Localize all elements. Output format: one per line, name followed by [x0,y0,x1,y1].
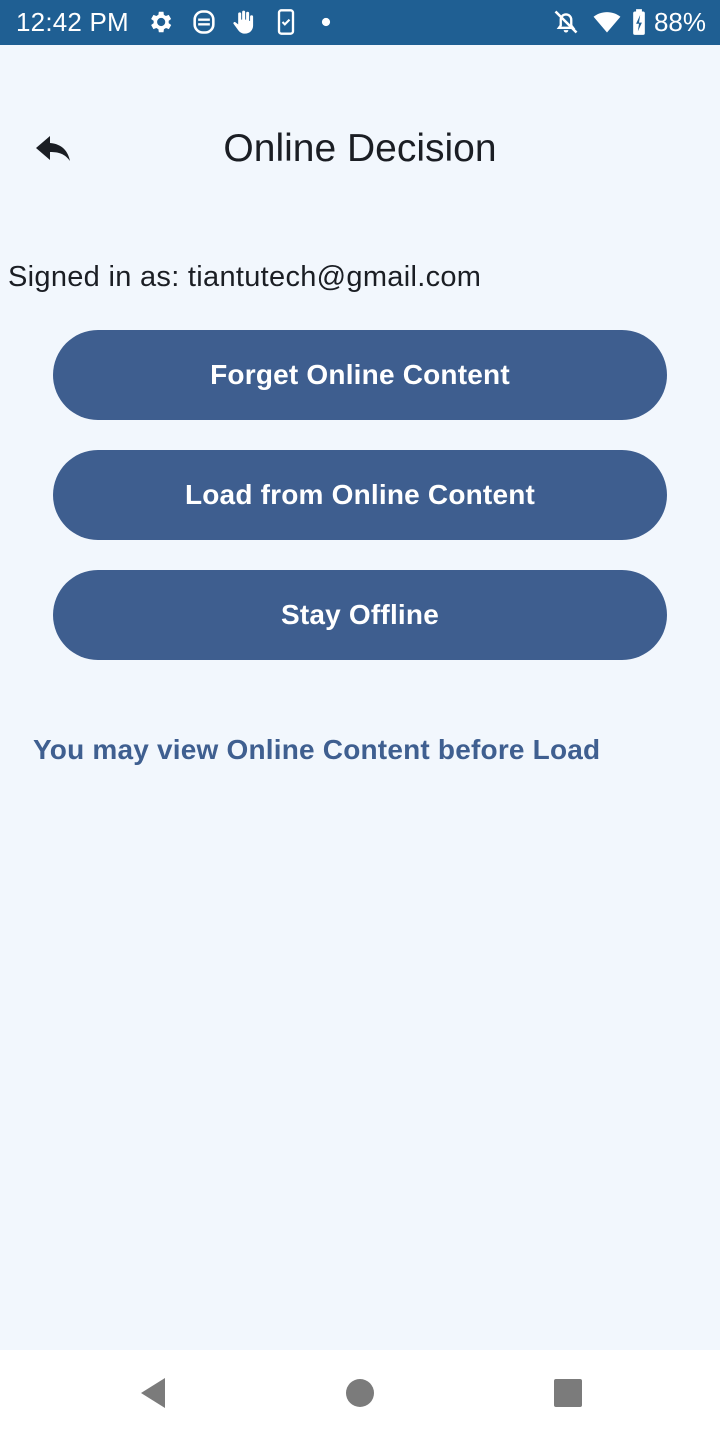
accessibility-icon [190,8,218,36]
hand-icon [230,8,258,36]
recents-square-icon [553,1378,583,1413]
status-time: 12:42 PM [16,7,129,37]
nav-back-button[interactable] [133,1375,173,1415]
gear-icon [146,8,174,36]
navigation-bar [0,1350,720,1440]
forget-online-content-button[interactable]: Forget Online Content [53,330,667,420]
nav-recents-button[interactable] [548,1375,588,1415]
status-bar: 12:42 PM 88% [0,0,720,45]
dot-icon [312,8,340,36]
bell-off-icon [552,8,580,36]
load-online-content-button[interactable]: Load from Online Content [53,450,667,540]
battery-percentage: 88% [653,7,706,37]
phone-icon [272,8,300,36]
back-triangle-icon [137,1376,169,1415]
page-title: Online Decision [223,127,497,170]
home-circle-icon [345,1378,375,1413]
signed-in-label: Signed in as: tiantutech@gmail.com [8,261,482,293]
stay-offline-button[interactable]: Stay Offline [53,570,667,660]
view-online-content-hint[interactable]: You may view Online Content before Load [33,732,600,768]
battery-charging-icon [630,8,648,36]
wifi-icon [592,8,621,36]
nav-home-button[interactable] [340,1375,380,1415]
